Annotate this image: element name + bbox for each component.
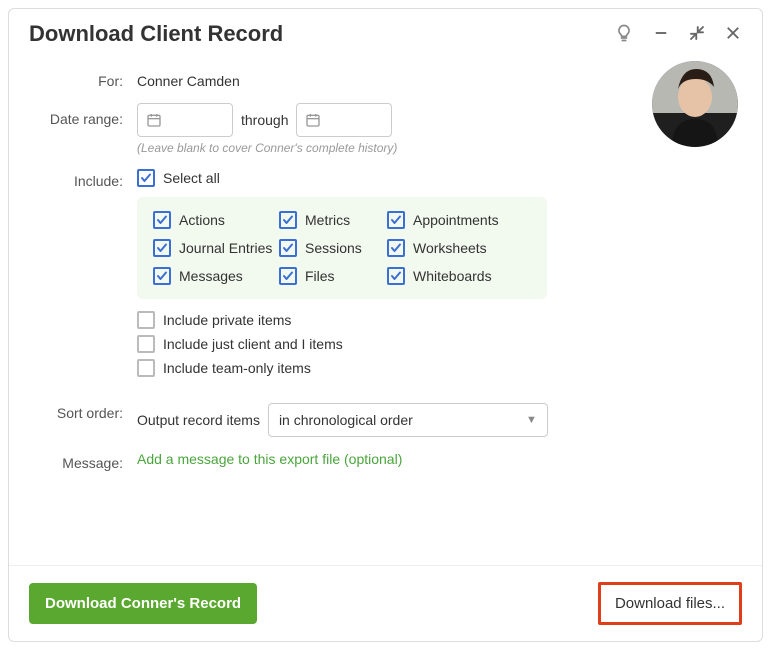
row-date-range: Date range: through (Leave blank to cove… [33,103,738,155]
checkbox-empty[interactable] [137,359,155,377]
checkbox-empty[interactable] [137,335,155,353]
contract-icon[interactable] [688,24,706,45]
dialog-body: For: Conner Camden Date range: through (… [9,51,762,565]
chevron-down-icon: ▼ [526,414,537,426]
date-range-label: Date range: [33,103,137,127]
client-name: Conner Camden [137,69,738,89]
checkbox-empty[interactable] [137,311,155,329]
checkbox[interactable] [153,211,171,229]
include-files[interactable]: Files [279,267,387,285]
checkbox[interactable] [387,239,405,257]
add-message-link[interactable]: Add a message to this export file (optio… [137,451,402,467]
message-label: Message: [33,451,137,471]
sort-order-value: in chronological order [279,412,413,428]
include-appointments[interactable]: Appointments [387,211,527,229]
include-metrics[interactable]: Metrics [279,211,387,229]
select-all-checkbox[interactable] [137,169,155,187]
include-label: Include: [33,169,137,189]
sort-order-select[interactable]: in chronological order ▼ [268,403,548,437]
include-client-and-i-row[interactable]: Include just client and I items [137,335,738,353]
include-journal[interactable]: Journal Entries [153,239,279,257]
checkbox[interactable] [387,267,405,285]
download-client-record-dialog: Download Client Record [8,8,763,642]
include-worksheets[interactable]: Worksheets [387,239,527,257]
sort-order-label: Sort order: [33,397,137,421]
download-record-button[interactable]: Download Conner's Record [29,583,257,624]
calendar-icon [305,112,321,128]
select-all-label: Select all [163,170,220,186]
row-message: Message: Add a message to this export fi… [33,451,738,471]
close-icon[interactable] [724,24,742,45]
tip-icon[interactable] [614,23,634,46]
checkbox[interactable] [153,267,171,285]
sort-prefix-text: Output record items [137,412,260,428]
checkbox[interactable] [279,239,297,257]
checkbox[interactable] [387,211,405,229]
checkbox[interactable] [153,239,171,257]
dialog-header: Download Client Record [9,9,762,51]
calendar-icon [146,112,162,128]
include-team-only-row[interactable]: Include team-only items [137,359,738,377]
include-actions[interactable]: Actions [153,211,279,229]
client-avatar [652,61,738,147]
date-range-hint: (Leave blank to cover Conner's complete … [137,141,738,155]
download-files-button[interactable]: Download files... [598,582,742,625]
include-whiteboards[interactable]: Whiteboards [387,267,527,285]
date-end-input[interactable] [296,103,392,137]
header-controls [614,23,742,46]
dialog-footer: Download Conner's Record Download files.… [9,565,762,641]
row-sort-order: Sort order: Output record items in chron… [33,397,738,437]
include-private-row[interactable]: Include private items [137,311,738,329]
select-all-row[interactable]: Select all [137,169,738,187]
include-messages[interactable]: Messages [153,267,279,285]
for-label: For: [33,69,137,89]
row-include: Include: Select all Actions Metrics Appo… [33,169,738,383]
checkbox[interactable] [279,267,297,285]
minimize-icon[interactable] [652,24,670,45]
through-text: through [241,112,288,128]
checkbox[interactable] [279,211,297,229]
dialog-title: Download Client Record [29,21,283,47]
date-start-input[interactable] [137,103,233,137]
include-sessions[interactable]: Sessions [279,239,387,257]
row-for: For: Conner Camden [33,69,738,89]
include-items-box: Actions Metrics Appointments Journal Ent… [137,197,547,299]
